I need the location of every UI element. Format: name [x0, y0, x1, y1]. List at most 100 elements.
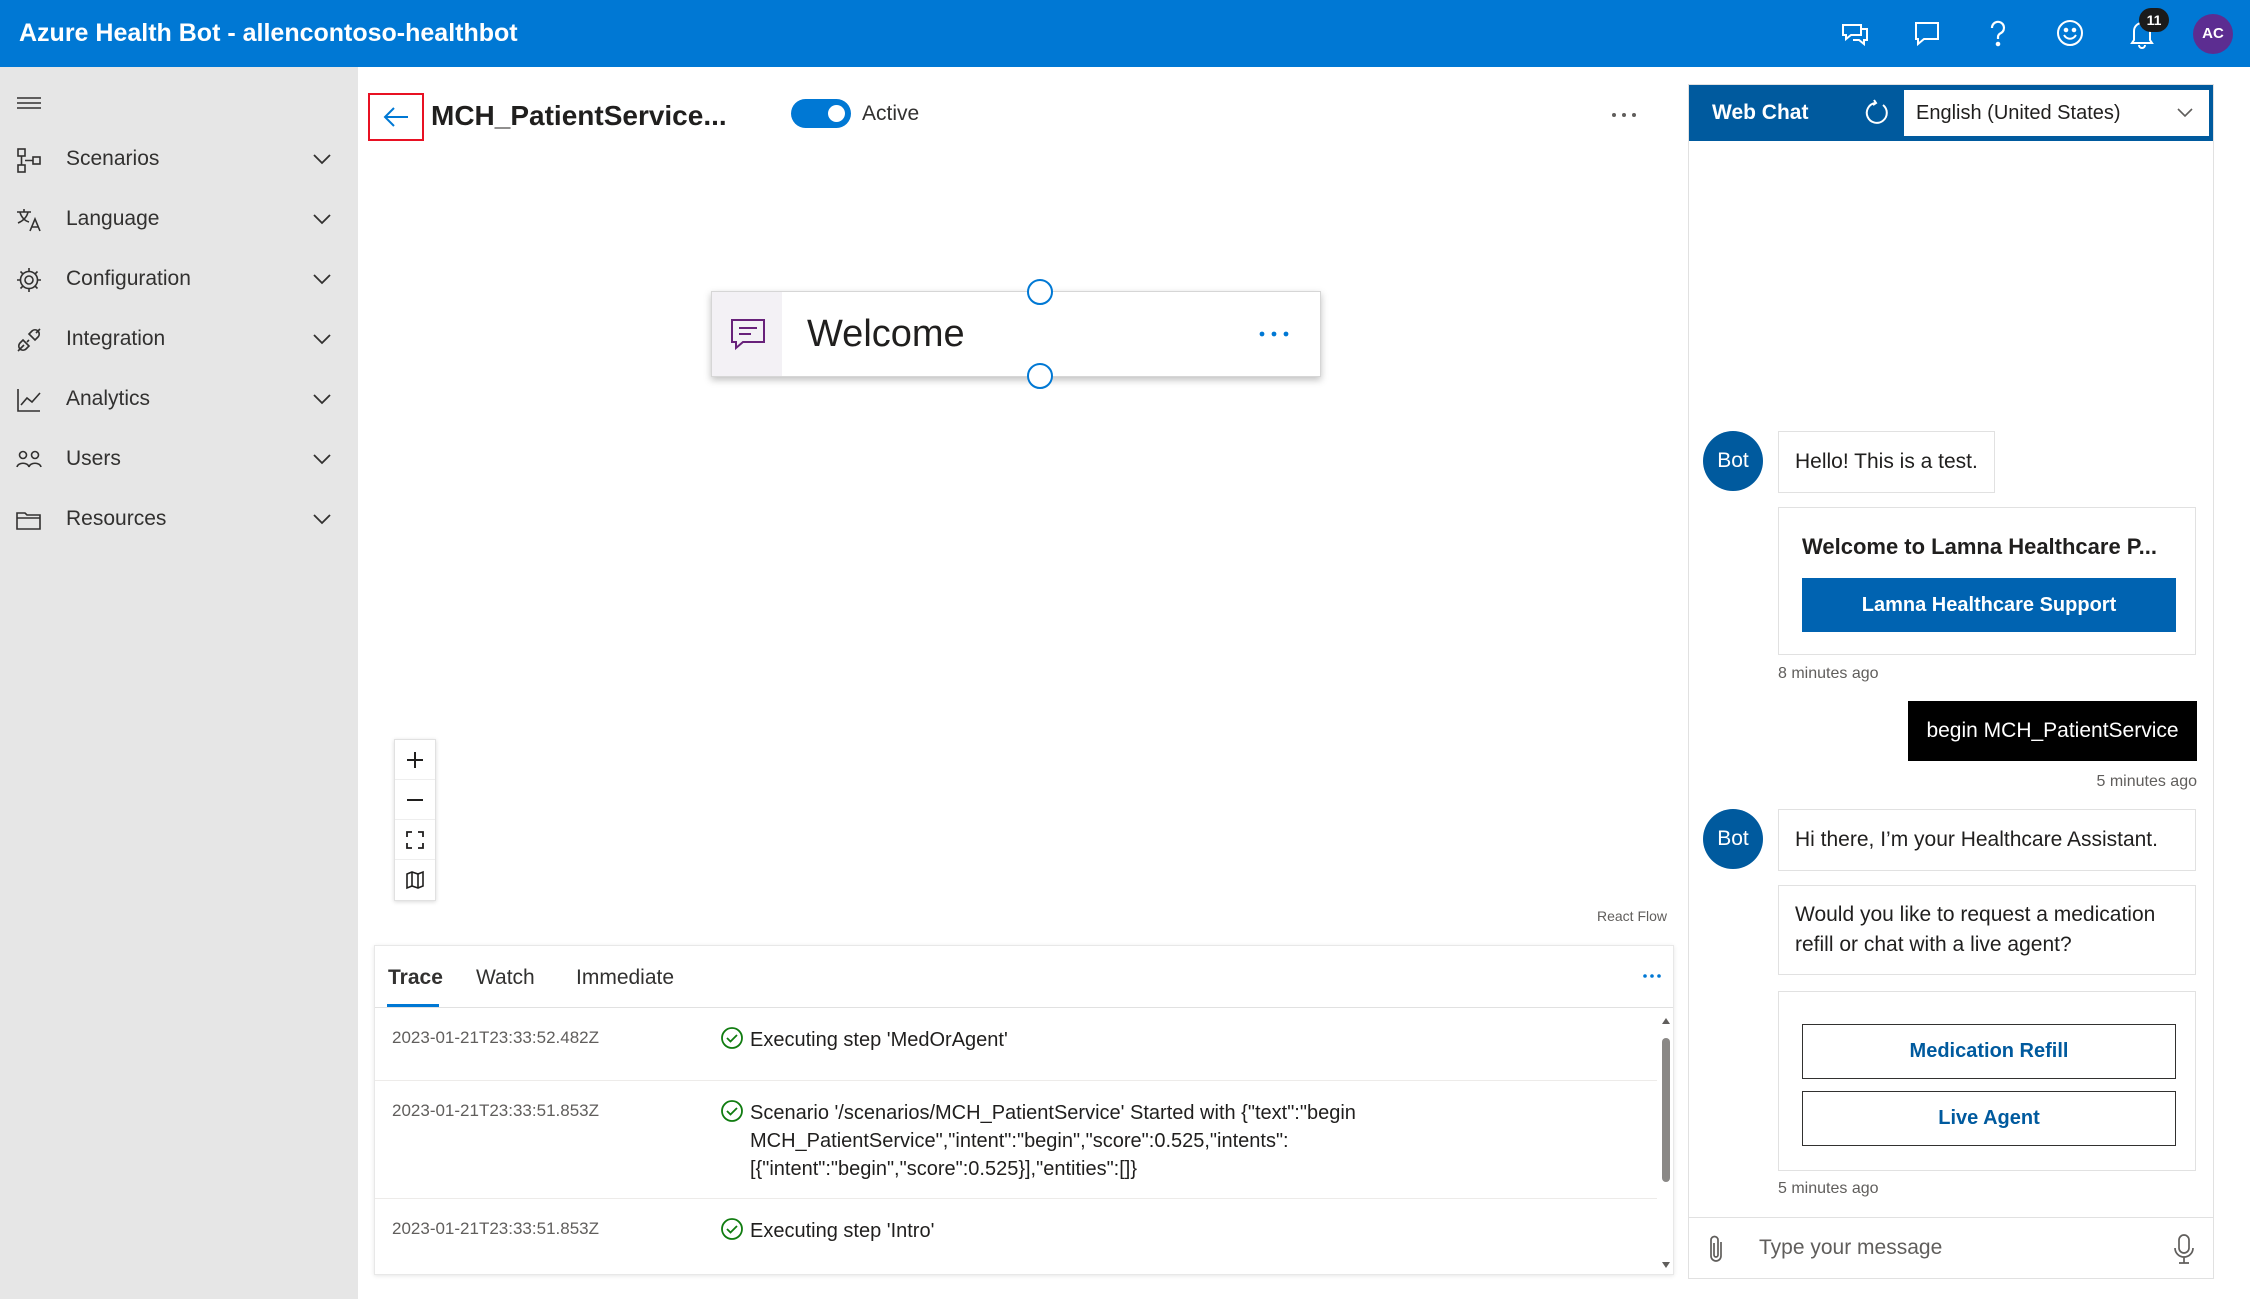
refresh-icon[interactable] — [1863, 99, 1891, 127]
tab-watch[interactable]: Watch — [476, 946, 535, 1006]
more-options-icon[interactable] — [1604, 100, 1644, 130]
check-circle-icon — [720, 1026, 744, 1050]
bot-message: Would you like to request a medication r… — [1778, 885, 2196, 975]
app-title: Azure Health Bot - allencontoso-healthbo… — [19, 19, 518, 47]
sidebar-item-scenarios[interactable]: Scenarios — [0, 129, 358, 189]
chevron-down-icon — [310, 207, 334, 231]
message-icon — [731, 319, 765, 351]
minimap-button[interactable] — [395, 860, 435, 900]
help-icon[interactable] — [1980, 15, 2016, 51]
users-icon — [14, 445, 44, 475]
microphone-icon[interactable] — [2171, 1233, 2197, 1265]
sidebar-item-label: Configuration — [66, 267, 191, 290]
sidebar-item-users[interactable]: Users — [0, 429, 358, 489]
trace-timestamp: 2023-01-21T23:33:51.853Z — [392, 1101, 599, 1120]
trace-scrollbar[interactable] — [1657, 1008, 1673, 1274]
message-input-bar — [1689, 1217, 2213, 1278]
scroll-down-icon[interactable] — [1661, 1260, 1671, 1270]
sidebar-item-resources[interactable]: Resources — [0, 489, 358, 549]
scroll-up-icon[interactable] — [1661, 1016, 1671, 1026]
language-select-value: English (United States) — [1916, 102, 2121, 124]
top-bar: Azure Health Bot - allencontoso-healthbo… — [0, 0, 2250, 67]
fit-view-button[interactable] — [395, 820, 435, 860]
sidebar-item-analytics[interactable]: Analytics — [0, 369, 358, 429]
sidebar: Scenarios Language Configuration Integra… — [0, 67, 358, 1299]
sidebar-item-configuration[interactable]: Configuration — [0, 249, 358, 309]
bot-message-text: Would you like to request a medication r… — [1795, 903, 2156, 956]
plug-icon — [14, 325, 44, 355]
chevron-down-icon — [310, 387, 334, 411]
avatar[interactable]: AC — [2193, 14, 2233, 54]
chevron-down-icon — [310, 267, 334, 291]
message-timestamp: 5 minutes ago — [2096, 773, 2197, 790]
bot-message-text: Hello! This is a test. — [1795, 450, 1978, 473]
medication-refill-button[interactable]: Medication Refill — [1802, 1024, 2176, 1079]
chevron-down-icon — [310, 447, 334, 471]
trace-row: 2023-01-21T23:33:51.853Z Executing step … — [375, 1199, 1657, 1272]
sidebar-item-integration[interactable]: Integration — [0, 309, 358, 369]
message-timestamp: 5 minutes ago — [1778, 1180, 1879, 1197]
welcome-card: Welcome to Lamna Healthcare P... Lamna H… — [1778, 507, 2196, 655]
smiley-icon[interactable] — [2052, 15, 2088, 51]
language-select[interactable]: English (United States) — [1904, 90, 2209, 136]
node-input-handle[interactable] — [1027, 279, 1053, 305]
options-card: Medication Refill Live Agent — [1778, 991, 2196, 1171]
debug-more-icon[interactable] — [1637, 964, 1667, 988]
bot-avatar: Bot — [1703, 809, 1763, 869]
chat-icon[interactable] — [1909, 15, 1945, 51]
sidebar-item-label: Analytics — [66, 387, 151, 410]
user-message: begin MCH_PatientService — [1908, 701, 2197, 761]
back-button[interactable] — [368, 93, 424, 141]
node-more-icon[interactable] — [1252, 316, 1296, 352]
paperclip-icon[interactable] — [1703, 1234, 1731, 1264]
sidebar-item-language[interactable]: Language — [0, 189, 358, 249]
tab-trace[interactable]: Trace — [388, 946, 443, 1006]
tab-immediate[interactable]: Immediate — [576, 946, 674, 1006]
zoom-in-button[interactable] — [395, 740, 435, 780]
trace-message: Executing step 'MedOrAgent' — [750, 1029, 1008, 1051]
flow-controls — [394, 739, 436, 901]
zoom-out-button[interactable] — [395, 780, 435, 820]
node-icon-box — [712, 292, 782, 376]
sidebar-item-label: Language — [66, 207, 160, 230]
chevron-down-icon — [2175, 103, 2195, 123]
card-title: Welcome to Lamna Healthcare P... — [1802, 534, 2157, 559]
web-chat-title: Web Chat — [1712, 101, 1809, 124]
gear-icon — [14, 265, 44, 295]
bot-message: Hello! This is a test. — [1778, 431, 1995, 493]
node-output-handle[interactable] — [1027, 363, 1053, 389]
folder-icon — [14, 505, 44, 535]
sidebar-item-label: Integration — [66, 327, 166, 350]
lamna-support-button[interactable]: Lamna Healthcare Support — [1802, 578, 2176, 632]
page-title: MCH_PatientService... — [431, 100, 727, 131]
analytics-icon — [14, 385, 44, 415]
scrollbar-thumb[interactable] — [1662, 1038, 1670, 1182]
bot-message-text: Hi there, I’m your Healthcare Assistant. — [1795, 828, 2158, 851]
trace-row: 2023-01-21T23:33:52.482Z Executing step … — [375, 1008, 1657, 1081]
active-toggle-label: Active — [862, 102, 920, 125]
sidebar-item-label: Scenarios — [66, 147, 160, 170]
message-timestamp: 8 minutes ago — [1778, 665, 1879, 682]
notification-badge: 11 — [2139, 8, 2169, 32]
scenarios-icon — [14, 145, 44, 175]
message-input[interactable] — [1759, 1228, 2139, 1268]
trace-timestamp: 2023-01-21T23:33:52.482Z — [392, 1028, 599, 1047]
chevron-down-icon — [310, 327, 334, 351]
react-flow-attribution[interactable]: React Flow — [1597, 908, 1667, 924]
language-icon — [14, 205, 44, 235]
chevron-down-icon — [310, 507, 334, 531]
check-circle-icon — [720, 1099, 744, 1123]
sidebar-item-label: Resources — [66, 507, 167, 530]
sidebar-item-label: Users — [66, 447, 121, 470]
trace-row: 2023-01-21T23:33:51.853Z Scenario '/scen… — [375, 1081, 1657, 1199]
flow-node-welcome[interactable]: Welcome — [711, 291, 1321, 377]
active-toggle[interactable] — [791, 99, 851, 128]
chevron-down-icon — [310, 147, 334, 171]
live-agent-button[interactable]: Live Agent — [1802, 1091, 2176, 1146]
bot-message: Hi there, I’m your Healthcare Assistant. — [1778, 809, 2196, 871]
web-chat-header: Web Chat English (United States) — [1689, 85, 2213, 141]
web-chat-panel: Web Chat English (United States) Bot Hel… — [1688, 84, 2214, 1279]
hamburger-icon[interactable] — [14, 89, 44, 119]
feedback-icon[interactable] — [1837, 15, 1873, 51]
debug-panel: Trace Watch Immediate 2023-01-21T23:33:5… — [374, 945, 1674, 1275]
